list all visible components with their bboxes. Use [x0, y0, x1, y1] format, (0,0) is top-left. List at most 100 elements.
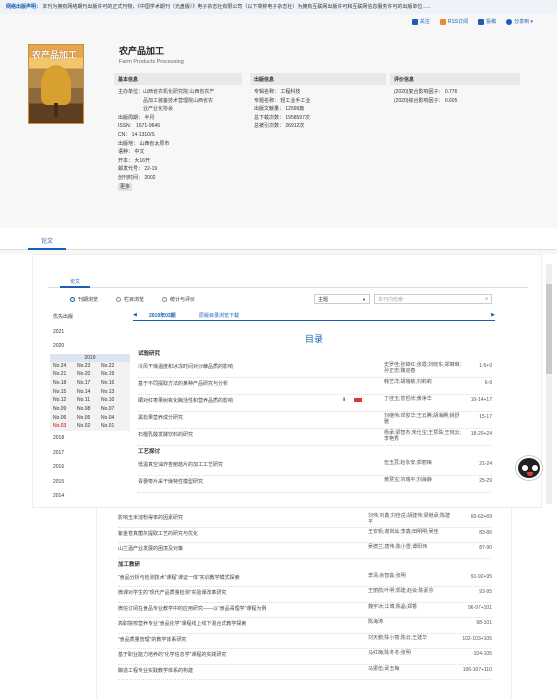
publication-info-heading: 出版信息	[250, 73, 386, 85]
article-pages: 21-24	[479, 461, 492, 467]
radio-column-browse[interactable]: 栏目浏览	[116, 296, 144, 303]
issue-link[interactable]: No.14	[77, 388, 101, 397]
more-info-button[interactable]: 更多	[118, 182, 133, 192]
page-format: 开本： 大16开	[118, 157, 150, 164]
article-pages: 87-90	[479, 545, 492, 551]
article-title-link[interactable]: 青梗枣片采干燥特性模型研究	[138, 476, 384, 492]
language: 语种： 中文	[118, 149, 145, 156]
sponsor-line: 品加工装备技术营理院山西省农	[143, 97, 214, 104]
follow-button[interactable]: 关注	[411, 18, 430, 25]
issue-link[interactable]: No.08	[77, 405, 101, 414]
publication-info-panel: 出版信息 专辑名称： 工程科技 专题名称： 轻工业手工业 出版文献量： 1259…	[250, 73, 386, 134]
article-title-link[interactable]: “食品分析与检测技术”课程“课证一体”实训教学模式探索	[118, 572, 368, 587]
issue-link[interactable]: No.16	[101, 379, 125, 388]
floating-assistant-icon[interactable]	[516, 456, 542, 480]
article-title-link[interactable]: 基于职业能力培养的“化学信息学”课程的实践研究	[118, 649, 368, 664]
issue-link[interactable]: No.06	[53, 414, 77, 423]
tab-papers[interactable]: 论文	[60, 276, 90, 288]
radio-statistics[interactable]: 统计与评价	[162, 296, 195, 303]
article-title-link[interactable]: 酿造工程专业实践教学体系的构建	[118, 665, 368, 680]
article-title-link[interactable]: 基于不同提取方法的某种产品研究与分析	[138, 378, 384, 394]
article-pages: 102-103+105	[462, 635, 492, 642]
issue-link[interactable]: No.18	[53, 379, 77, 388]
article-pages: 25-29	[479, 478, 492, 484]
issue-link[interactable]: No.13	[101, 388, 125, 397]
issue-link[interactable]: No.02	[77, 422, 101, 431]
issue-link[interactable]: No.07	[101, 405, 125, 414]
issue-link[interactable]: No.12	[53, 396, 77, 405]
year-link[interactable]: 2017	[50, 446, 130, 461]
article-title-link[interactable]: 冷风干燥温度和冰冻时间对沙棘品质的影响	[138, 361, 384, 377]
issue-link[interactable]: No.03	[53, 422, 77, 431]
year-link[interactable]: 2020	[50, 339, 130, 354]
year-link[interactable]: 2015	[50, 475, 130, 490]
article-pages: 15-17	[479, 414, 492, 420]
share-button[interactable]: 分享到 ▾	[506, 18, 533, 25]
article-title-link[interactable]: 高职院校营养专业“食品化学”课程线上线下混合式教学探索	[118, 618, 368, 633]
priority-publication-link[interactable]: 优先出版	[50, 310, 130, 325]
in-journal-search-input[interactable]: 本刊内检索 ⌕	[374, 294, 492, 304]
toc-list: 试验研究 冷风干燥温度和冰冻时间对沙棘品质的影响 史罗佳;张锦红;张霞;刘晓东;郑琳…	[138, 348, 492, 493]
issue-link[interactable]: No.23	[77, 362, 101, 371]
toc-row: 微课对学生的“现代产品质量检测”实验课改革研究 王丽鸽;叶明;郭建;赵会;陈素芬 9…	[118, 587, 492, 603]
issue-link[interactable]: No.19	[101, 370, 125, 379]
toc-row: 高职院校营养专业“食品化学”课程线上线下混合式教学探索 陈海涛 98-101	[118, 618, 492, 634]
article-authors: 黄慧宝;刘瑞平;刘海静	[384, 477, 432, 483]
article-pages: 91-92+95	[470, 573, 492, 580]
html-read-icon[interactable]	[354, 398, 362, 402]
issue-link[interactable]: No.20	[77, 370, 101, 379]
download-icon[interactable]: ⬇	[342, 397, 346, 403]
scrollbar-thumb[interactable]	[546, 284, 552, 374]
radio-empty-icon	[162, 297, 168, 302]
article-title-link[interactable]: “食品质量管理”的教学体系研究	[118, 634, 368, 649]
journal-english-title: Farm Products Processing	[119, 59, 184, 65]
rss-subscribe-button[interactable]: RSS订阅	[439, 18, 468, 25]
submit-manuscript-button[interactable]: 投稿	[478, 18, 496, 25]
next-issue-arrow-icon[interactable]: ▶	[491, 312, 495, 318]
toc-category: 加工教研	[118, 561, 141, 568]
article-pages: 98-101	[476, 620, 492, 626]
search-icon[interactable]: ⌕	[485, 296, 488, 302]
issue-link[interactable]: No.24	[53, 362, 77, 371]
article-authors: 刘天鹏;陈小丽;陈云;王建华	[368, 634, 428, 641]
issue-link[interactable]: No.17	[77, 379, 101, 388]
cover-title: 农产品加工	[32, 50, 78, 60]
issue-link[interactable]: No.09	[53, 405, 77, 414]
year-link[interactable]: 2018	[50, 431, 130, 446]
issue-link[interactable]: No.05	[77, 414, 101, 423]
issue-link[interactable]: No.21	[53, 370, 77, 379]
content-tab-bar	[0, 228, 557, 250]
issue-link[interactable]: No.11	[77, 396, 101, 405]
toc-list: 影响玉米淀粉得率的因素研究 刘伟;刘鑫;刘佳岳;胡建伟;梁继承;陈建平 60-63+…	[118, 512, 492, 680]
original-toc-download-link[interactable]: 原版目录浏览下载	[199, 312, 239, 319]
issue-link[interactable]: No.15	[53, 388, 77, 397]
issue-link[interactable]: No.10	[101, 396, 125, 405]
toc-row: 冷风干燥温度和冰冻时间对沙棘品质的影响 史罗佳;张锦红;张霞;刘晓东;郑琳琳;孙正…	[138, 361, 492, 378]
notice-text: 本刊为拥有网络期刊出版许可的正式刊物，《中国学术期刊（光盘版）》电子杂志社有限公…	[42, 4, 431, 10]
article-title-link[interactable]: 山兰酒产业发展的困境及对策	[118, 543, 368, 558]
article-title-link[interactable]: 紫金苍真菌灰提取工艺的研究与优化	[118, 528, 368, 543]
toc-row: 酿造工程专业实践教学体系的构建 马振伍;武玉梅 106-107+110	[118, 665, 492, 680]
issue-link[interactable]: No.04	[101, 414, 125, 423]
toc-category: 工艺探讨	[138, 449, 161, 455]
article-pages: 83-86	[479, 529, 492, 536]
tab-papers[interactable]: 论文	[28, 230, 66, 250]
radio-issue-browse[interactable]: 刊期浏览	[70, 296, 98, 303]
article-title-link[interactable]: 石榴乳酸发酵饮料的研究	[138, 429, 384, 445]
article-title-link[interactable]: 微信订阅在食品专业教学中的应用研究——以“食品毒理学”课程为例	[118, 603, 368, 618]
year-link[interactable]: 2021	[50, 325, 130, 340]
article-title-link[interactable]: 硒对红枣果树氧化酶活性和营养品质的影响	[138, 395, 384, 411]
article-authors: 吴德兰;唐伟;陈小雪;谭阳伟	[368, 544, 428, 550]
article-title-link[interactable]: 黑松果营养成分研究	[138, 412, 384, 428]
article-title-link[interactable]: 影响玉米淀粉得率的因素研究	[118, 512, 368, 527]
issue-link[interactable]: No.01	[101, 422, 125, 431]
article-title-link[interactable]: 低温真空油炸杏鲍菇片的加工工艺研究	[138, 459, 384, 475]
year-link[interactable]: 2016	[50, 460, 130, 475]
toc-row: “食品质量管理”的教学体系研究 刘天鹏;陈小丽;陈云;王建华 102-103+105	[118, 634, 492, 649]
issue-link[interactable]: No.22	[101, 362, 125, 371]
year-link[interactable]: 2014	[50, 489, 130, 504]
prev-issue-arrow-icon[interactable]: ◀	[133, 312, 137, 318]
article-title-link[interactable]: 微课对学生的“现代产品质量检测”实验课改革研究	[118, 587, 368, 602]
year-2019-toggle[interactable]: 2019	[50, 353, 130, 362]
search-field-select[interactable]: 主题 ▼	[314, 294, 370, 304]
